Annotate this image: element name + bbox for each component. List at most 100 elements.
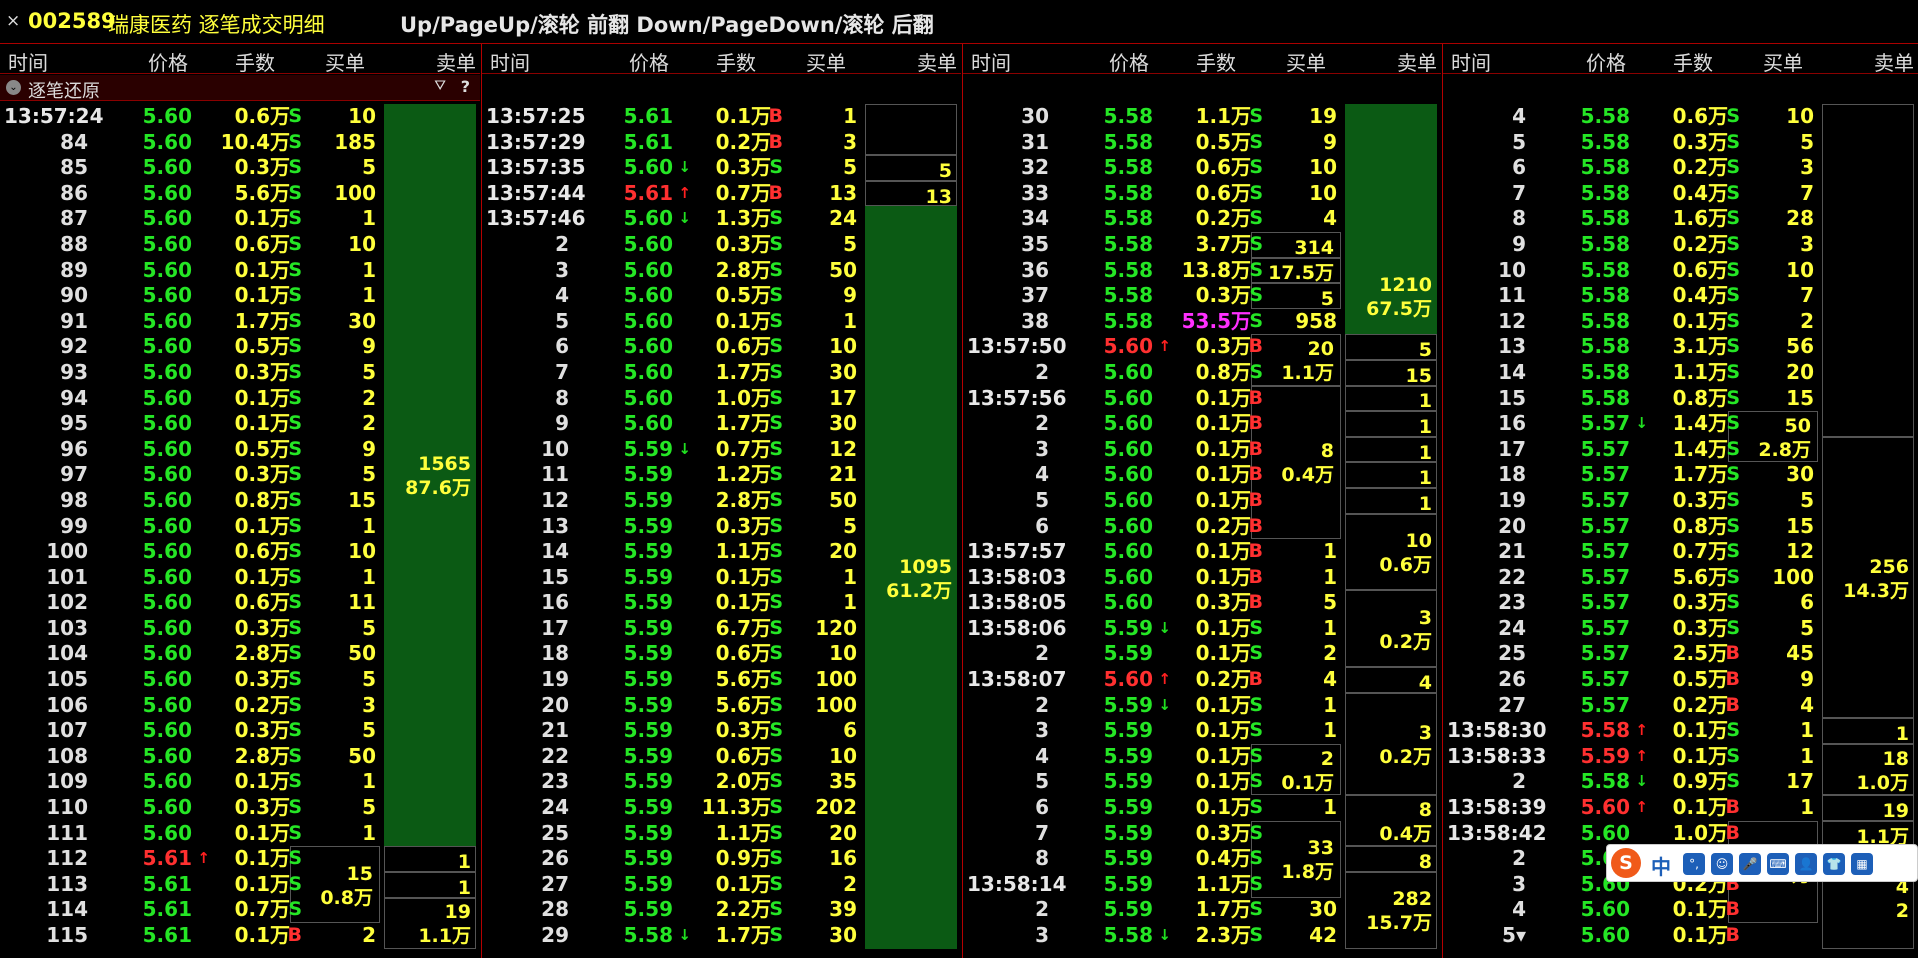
table-row[interactable]: 23 5.59 2.0万 S 35 [482, 769, 961, 795]
table-row[interactable]: 24 5.59 11.3万 S 202 [482, 795, 961, 821]
table-row[interactable]: 2 5.60 0.3万 S 5 [482, 232, 961, 258]
table-row[interactable]: 101 5.60 0.1万 S 1 [0, 565, 480, 591]
table-row[interactable]: 15 5.59 0.1万 S 1 [482, 565, 961, 591]
table-row[interactable]: 6 5.60 0.6万 S 10 [482, 334, 961, 360]
table-row[interactable]: 15 5.58 0.8万 S 15 [1443, 386, 1918, 412]
table-row[interactable]: 106 5.60 0.2万 S 3 [0, 693, 480, 719]
table-row[interactable]: 26 5.59 0.9万 S 16 [482, 846, 961, 872]
table-row[interactable]: 12 5.59 2.8万 S 50 [482, 488, 961, 514]
table-row[interactable]: 21 5.59 0.3万 S 6 [482, 718, 961, 744]
table-row[interactable]: 13:58:30 5.58 ↑ 0.1万 S 1 [1443, 718, 1918, 744]
table-row[interactable]: 20 5.59 5.6万 S 100 [482, 693, 961, 719]
table-row[interactable]: 90 5.60 0.1万 S 1 [0, 283, 480, 309]
header-buy[interactable]: 买单 [325, 47, 365, 76]
table-row[interactable]: 8 5.59 0.4万 S [963, 846, 1441, 872]
table-row[interactable]: 8 5.60 1.0万 S 17 [482, 386, 961, 412]
table-row[interactable]: 38 5.58 53.5万 S 958 [963, 309, 1441, 335]
table-row[interactable]: 11 5.58 0.4万 S 7 [1443, 283, 1918, 309]
table-row[interactable]: 13:57:57 5.60 0.1万 B 1 [963, 539, 1441, 565]
table-row[interactable]: 91 5.60 1.7万 S 30 [0, 309, 480, 335]
table-row[interactable]: 29 5.58 ↓ 1.7万 S 30 [482, 923, 961, 949]
header-volume[interactable]: 手数 [1196, 47, 1236, 76]
table-row[interactable]: 7 5.58 0.4万 S 7 [1443, 181, 1918, 207]
table-row[interactable]: 95 5.60 0.1万 S 2 [0, 411, 480, 437]
table-row[interactable]: 13:58:06 5.59 ↓ 0.1万 S 1 [963, 616, 1441, 642]
toolbox-icon[interactable]: ▦ [1851, 853, 1873, 875]
table-row[interactable]: 2 5.60 0.1万 B [963, 411, 1441, 437]
table-row[interactable]: 22 5.57 5.6万 S 100 [1443, 565, 1918, 591]
table-row[interactable]: 33 5.58 0.6万 S 10 [963, 181, 1441, 207]
keyboard-icon[interactable]: ⌨ [1767, 853, 1789, 875]
table-row[interactable]: 105 5.60 0.3万 S 5 [0, 667, 480, 693]
table-row[interactable]: 13:57:25 5.61 0.1万 B 1 [482, 104, 961, 130]
table-row[interactable]: 3 5.60 2.8万 S 50 [482, 258, 961, 284]
table-row[interactable]: 28 5.59 2.2万 S 39 [482, 897, 961, 923]
table-row[interactable]: 37 5.58 0.3万 S [963, 283, 1441, 309]
table-row[interactable]: 10 5.58 0.6万 S 10 [1443, 258, 1918, 284]
header-time[interactable]: 时间 [971, 47, 1011, 76]
help-icon[interactable]: ? [461, 77, 470, 96]
table-row[interactable]: 13:58:39 5.60 ↑ 0.1万 B 1 [1443, 795, 1918, 821]
table-row[interactable]: 14 5.58 1.1万 S 20 [1443, 360, 1918, 386]
table-row[interactable]: 31 5.58 0.5万 S 9 [963, 130, 1441, 156]
table-row[interactable]: 16 5.57 ↓ 1.4万 S [1443, 411, 1918, 437]
table-row[interactable]: 22 5.59 0.6万 S 10 [482, 744, 961, 770]
table-row[interactable]: 27 5.59 0.1万 S 2 [482, 872, 961, 898]
table-row[interactable]: 25 5.59 1.1万 S 20 [482, 821, 961, 847]
table-row[interactable]: 2 5.58 ↓ 0.9万 S 17 [1443, 769, 1918, 795]
header-time[interactable]: 时间 [1451, 47, 1491, 76]
table-row[interactable]: 112 5.61 ↑ 0.1万 S [0, 846, 480, 872]
table-row[interactable]: 8 5.58 1.6万 S 28 [1443, 206, 1918, 232]
table-row[interactable]: 84 5.60 10.4万 S 185 [0, 130, 480, 156]
chevron-down-icon[interactable]: ⌄ [6, 80, 21, 95]
skin-icon[interactable]: 👕 [1823, 853, 1845, 875]
table-row[interactable]: 13:58:42 5.60 1.0万 B [1443, 821, 1918, 847]
header-volume[interactable]: 手数 [716, 47, 756, 76]
table-row[interactable]: 10 5.59 ↓ 0.7万 S 12 [482, 437, 961, 463]
table-row[interactable]: 20 5.57 0.8万 S 15 [1443, 514, 1918, 540]
table-row[interactable]: 13:57:29 5.61 0.2万 B 3 [482, 130, 961, 156]
header-sell[interactable]: 卖单 [1874, 47, 1914, 76]
table-row[interactable]: 93 5.60 0.3万 S 5 [0, 360, 480, 386]
table-row[interactable]: 113 5.61 0.1万 S [0, 872, 480, 898]
table-row[interactable]: 5 5.59 0.1万 S [963, 769, 1441, 795]
table-row[interactable]: 3 5.60 0.1万 B [963, 437, 1441, 463]
table-row[interactable]: 89 5.60 0.1万 S 1 [0, 258, 480, 284]
table-row[interactable]: 4 5.60 0.1万 B [1443, 897, 1918, 923]
header-buy[interactable]: 买单 [1763, 47, 1803, 76]
header-buy[interactable]: 买单 [806, 47, 846, 76]
table-row[interactable]: 27 5.57 0.2万 B 4 [1443, 693, 1918, 719]
table-row[interactable]: 111 5.60 0.1万 S 1 [0, 821, 480, 847]
table-row[interactable]: 6 5.60 0.2万 B [963, 514, 1441, 540]
table-row[interactable]: 6 5.59 0.1万 S 1 [963, 795, 1441, 821]
header-time[interactable]: 时间 [8, 47, 48, 76]
table-row[interactable]: 13:57:46 5.60 ↓ 1.3万 S 24 [482, 206, 961, 232]
table-row[interactable]: 87 5.60 0.1万 S 1 [0, 206, 480, 232]
table-row[interactable]: 5 5.60 0.1万 S 1 [482, 309, 961, 335]
table-row[interactable]: 4 5.60 0.5万 S 9 [482, 283, 961, 309]
close-icon[interactable]: × [6, 11, 20, 31]
table-row[interactable]: 5▾ 5.60 0.1万 B [1443, 923, 1918, 949]
table-row[interactable]: 19 5.59 5.6万 S 100 [482, 667, 961, 693]
table-row[interactable]: 36 5.58 13.8万 S [963, 258, 1441, 284]
user-icon[interactable]: 👤 [1795, 853, 1817, 875]
table-row[interactable]: 4 5.58 0.6万 S 10 [1443, 104, 1918, 130]
table-row[interactable]: 13:57:44 5.61 ↑ 0.7万 B 13 [482, 181, 961, 207]
table-row[interactable]: 13:57:50 5.60 ↑ 0.3万 B [963, 334, 1441, 360]
table-row[interactable]: 108 5.60 2.8万 S 50 [0, 744, 480, 770]
table-row[interactable]: 2 5.59 0.1万 S 2 [963, 641, 1441, 667]
table-row[interactable]: 86 5.60 5.6万 S 100 [0, 181, 480, 207]
table-row[interactable]: 24 5.57 0.3万 S 5 [1443, 616, 1918, 642]
table-row[interactable]: 14 5.59 1.1万 S 20 [482, 539, 961, 565]
table-row[interactable]: 2 5.60 0.8万 S [963, 360, 1441, 386]
table-row[interactable]: 13:57:35 5.60 ↓ 0.3万 S 5 [482, 155, 961, 181]
table-row[interactable]: 32 5.58 0.6万 S 10 [963, 155, 1441, 181]
table-row[interactable]: 13:58:07 5.60 ↑ 0.2万 B 4 [963, 667, 1441, 693]
header-volume[interactable]: 手数 [235, 47, 275, 76]
table-row[interactable]: 34 5.58 0.2万 S 4 [963, 206, 1441, 232]
table-row[interactable]: 94 5.60 0.1万 S 2 [0, 386, 480, 412]
table-row[interactable]: 114 5.61 0.7万 S [0, 897, 480, 923]
table-row[interactable]: 96 5.60 0.5万 S 9 [0, 437, 480, 463]
table-row[interactable]: 13 5.58 3.1万 S 56 [1443, 334, 1918, 360]
table-row[interactable]: 102 5.60 0.6万 S 11 [0, 590, 480, 616]
